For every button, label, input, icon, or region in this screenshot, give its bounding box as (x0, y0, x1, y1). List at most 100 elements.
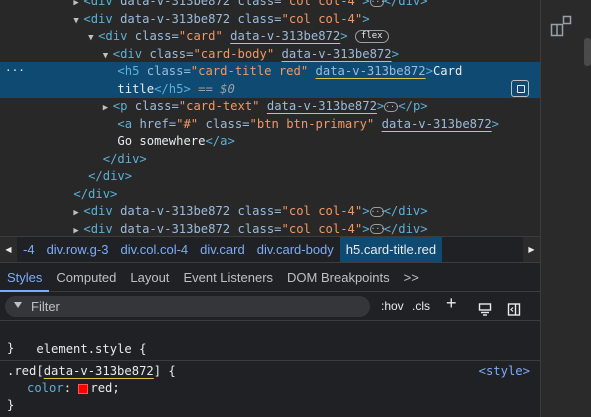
end-tag: </div> (383, 221, 428, 236)
tag-name: <p (112, 99, 128, 113)
scrollbar-thumb[interactable] (584, 38, 591, 66)
attribute-name: class= (237, 221, 282, 236)
attribute-name: class= (146, 64, 191, 78)
cls-button[interactable]: .cls (412, 296, 430, 317)
attribute-name: data-v-313be872 (120, 11, 231, 26)
end-tag: </h5> (154, 81, 191, 96)
elements-tree: ▶ <div data-v-313be872 class="col col-4">… (0, 0, 540, 236)
dom-node-row[interactable]: ▼ <div class="card" data-v-313be872> flex (0, 27, 540, 45)
computed-styles-icon[interactable] (478, 299, 492, 320)
rule-selector-prefix: .red[ (7, 364, 44, 378)
tab-computed[interactable]: Computed (49, 263, 123, 292)
breadcrumb-item-active[interactable]: h5.card-title.red (339, 236, 443, 263)
dom-node-row[interactable]: Go somewhere</a> (0, 132, 540, 150)
attribute-value: "col col-4" (281, 204, 363, 218)
end-tag: </div> (88, 169, 133, 183)
style-source-link[interactable]: <style> (479, 363, 530, 380)
tab-event-listeners[interactable]: Event Listeners (176, 263, 280, 292)
dom-node-selected[interactable]: title</h5> == $0 (0, 79, 540, 98)
node-text: Card (432, 64, 463, 78)
breadcrumb-item[interactable]: div.card-body (251, 237, 340, 263)
node-text: Go somewhere (117, 134, 206, 148)
tag-name: <div (83, 204, 113, 218)
attribute-name: class= (237, 204, 282, 218)
right-toolbar (540, 0, 591, 417)
color-swatch[interactable] (78, 383, 89, 394)
filter-input[interactable]: Filter (5, 296, 370, 317)
ellipsis-button[interactable]: ··· (369, 206, 385, 217)
dom-node-row[interactable]: </div> (0, 150, 540, 168)
attribute-name: data-v-313be872 (266, 99, 377, 113)
ellipsis-button[interactable]: ··· (369, 224, 385, 234)
breadcrumb-item[interactable]: div.col.col-4 (114, 237, 194, 263)
tag-bracket: > (362, 0, 370, 8)
tag-bracket: > (491, 116, 500, 131)
attribute-value: "btn btn-primary" (249, 116, 375, 131)
toggle-sidebar-icon[interactable] (507, 299, 521, 320)
styles-toolbar: Filter :hov .cls + (0, 292, 540, 320)
tag-bracket: > (340, 29, 348, 43)
attribute-name: class= (134, 99, 179, 113)
attribute-name: data-v-313be872 (120, 0, 231, 8)
attribute-name: class= (237, 11, 282, 26)
breadcrumb-item[interactable]: div.row.g-3 (41, 237, 115, 263)
dom-node-row[interactable]: ▼ <div class="card-body" data-v-313be872> (0, 45, 540, 63)
dom-node-row[interactable]: ▶ <div data-v-313be872 class="col col-4">… (0, 202, 540, 220)
breadcrumb-next-button[interactable]: ▶ (523, 236, 540, 263)
tag-bracket: > (362, 204, 370, 218)
more-tabs-button[interactable]: >> (397, 263, 426, 292)
tab-layout[interactable]: Layout (123, 263, 176, 292)
tab-styles[interactable]: Styles (0, 263, 50, 292)
dom-node-row[interactable]: <a href="#" class="btn btn-primary" data… (0, 115, 540, 133)
ellipsis-button[interactable]: ··· (384, 101, 400, 112)
end-tag: </div> (73, 186, 118, 201)
new-rule-button[interactable]: + (446, 293, 457, 314)
property-value[interactable]: red; (90, 381, 119, 395)
attribute-name: data-v-313be872 (230, 29, 341, 43)
attribute-name: class= (205, 116, 250, 131)
dom-node-selected[interactable]: <h5 class="card-title red" data-v-313be8… (0, 62, 540, 80)
sidebar-tabs: Styles Computed Layout Event Listeners D… (0, 262, 540, 292)
flex-badge[interactable]: flex (354, 30, 389, 43)
layout-icon[interactable] (550, 15, 572, 37)
tag-name: <div (98, 29, 128, 43)
element-style-rule[interactable]: element.style { (7, 324, 146, 356)
rule-close-brace: } (7, 341, 15, 355)
breadcrumb: ◀ -4 div.row.g-3 div.col.col-4 div.card … (0, 236, 540, 263)
dom-node-row[interactable]: ▶ <div data-v-313be872 class="col col-4">… (0, 0, 540, 10)
attribute-value: "card-body" (193, 46, 275, 61)
tag-name: <div (83, 11, 113, 26)
tag-bracket: > (391, 46, 399, 61)
attribute-value: "col col-4" (281, 11, 363, 26)
breadcrumb-item[interactable]: div.card (194, 237, 251, 263)
breadcrumb-item[interactable]: -4 (17, 237, 41, 263)
ellipsis-button[interactable]: ··· (369, 0, 385, 7)
tab-dom-breakpoints[interactable]: DOM Breakpoints (280, 263, 397, 292)
expand-arrow-icon[interactable]: ▶ (73, 222, 83, 237)
red-rule[interactable]: .red[data-v-313be872] { (7, 363, 176, 380)
end-tag: </a> (205, 134, 235, 148)
dom-node-row[interactable]: </div> (0, 167, 540, 185)
dom-node-row[interactable]: </div> (0, 185, 540, 203)
row-menu-icon[interactable]: ··· (5, 62, 25, 80)
tag-bracket: > (362, 11, 370, 26)
dom-node-row[interactable]: ▼ <div data-v-313be872 class="col col-4"> (0, 10, 540, 28)
attribute-name: data-v-313be872 (281, 46, 392, 61)
attribute-name: data-v-313be872 (120, 221, 231, 236)
attribute-value: "#" (176, 116, 199, 131)
breadcrumb-prev-button[interactable]: ◀ (0, 236, 17, 263)
attribute-name: class= (149, 46, 194, 61)
copy-icon[interactable] (511, 80, 529, 97)
hov-button[interactable]: :hov (381, 296, 404, 317)
dom-node-row[interactable]: ▶ <p class="card-text" data-v-313be872>··… (0, 97, 540, 115)
attribute-value: "card-text" (178, 99, 260, 113)
property-name[interactable]: color (27, 381, 64, 395)
attribute-name: class= (134, 29, 179, 43)
dom-node-row[interactable]: ▶ <div data-v-313be872 class="col col-4">… (0, 220, 540, 237)
